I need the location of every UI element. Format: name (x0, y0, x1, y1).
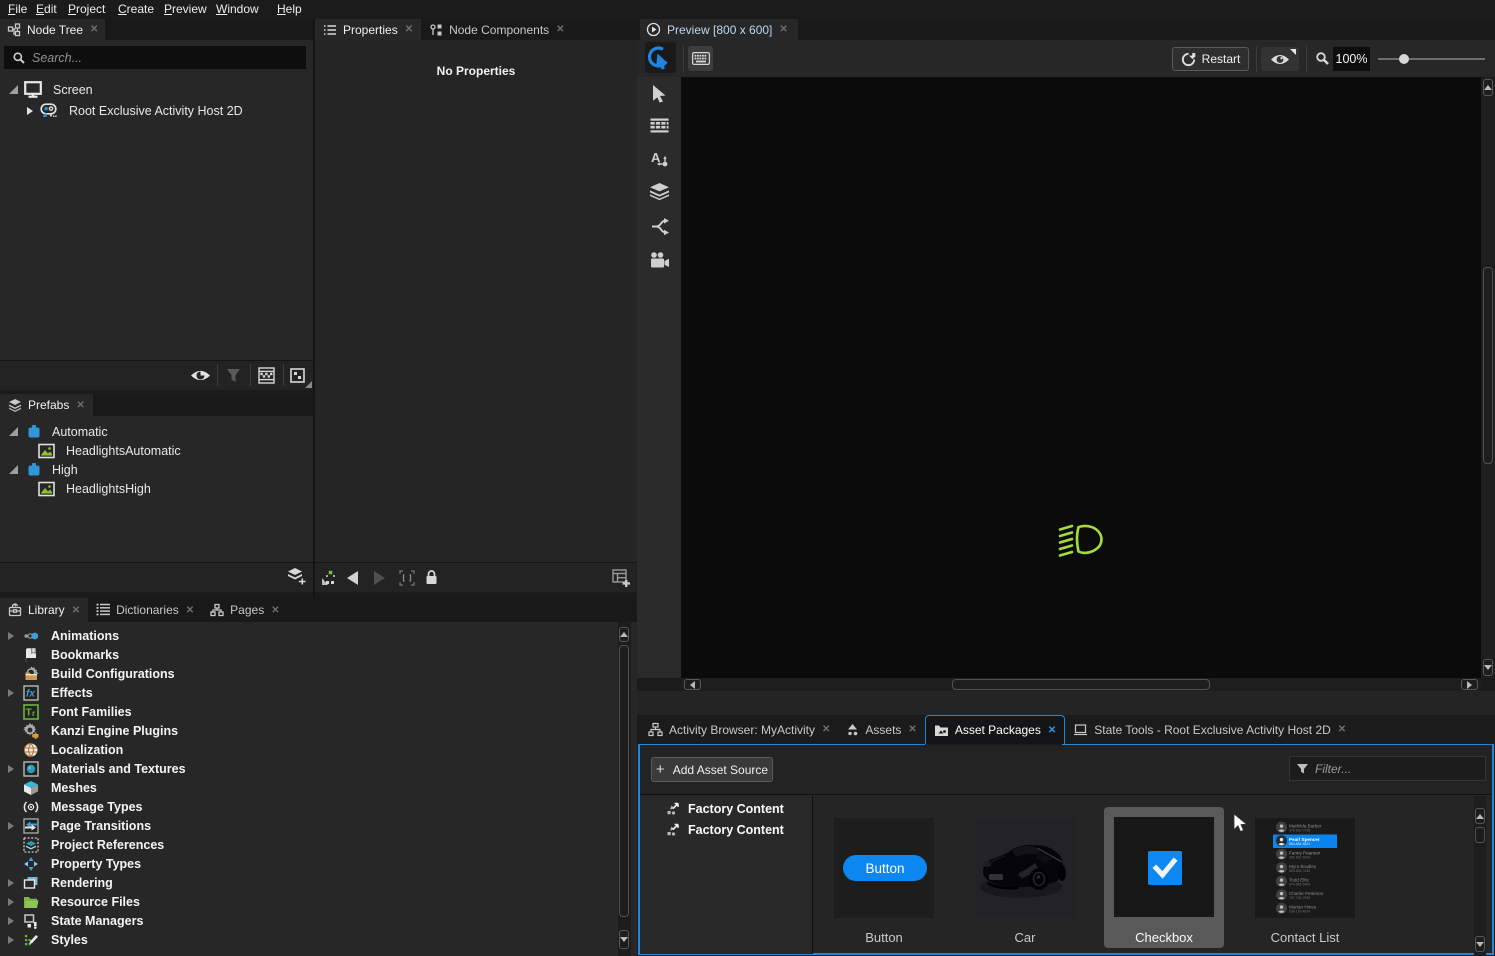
svg-text:767-705-7835: 767-705-7835 (1289, 896, 1310, 900)
svg-text:698-178-4674: 698-178-4674 (1289, 910, 1310, 914)
svg-text:fx: fx (26, 688, 35, 699)
svg-text:883-855-7635: 883-855-7635 (1289, 869, 1310, 873)
svg-text:T: T (26, 707, 32, 718)
svg-text:376-962-0768: 376-962-0768 (1289, 829, 1310, 833)
svg-text:674-848-5409: 674-848-5409 (1289, 883, 1310, 887)
svg-text:564-684-5821: 564-684-5821 (1289, 842, 1310, 846)
svg-text:361-862-5006: 361-862-5006 (1289, 856, 1310, 860)
svg-text:r: r (32, 709, 35, 718)
